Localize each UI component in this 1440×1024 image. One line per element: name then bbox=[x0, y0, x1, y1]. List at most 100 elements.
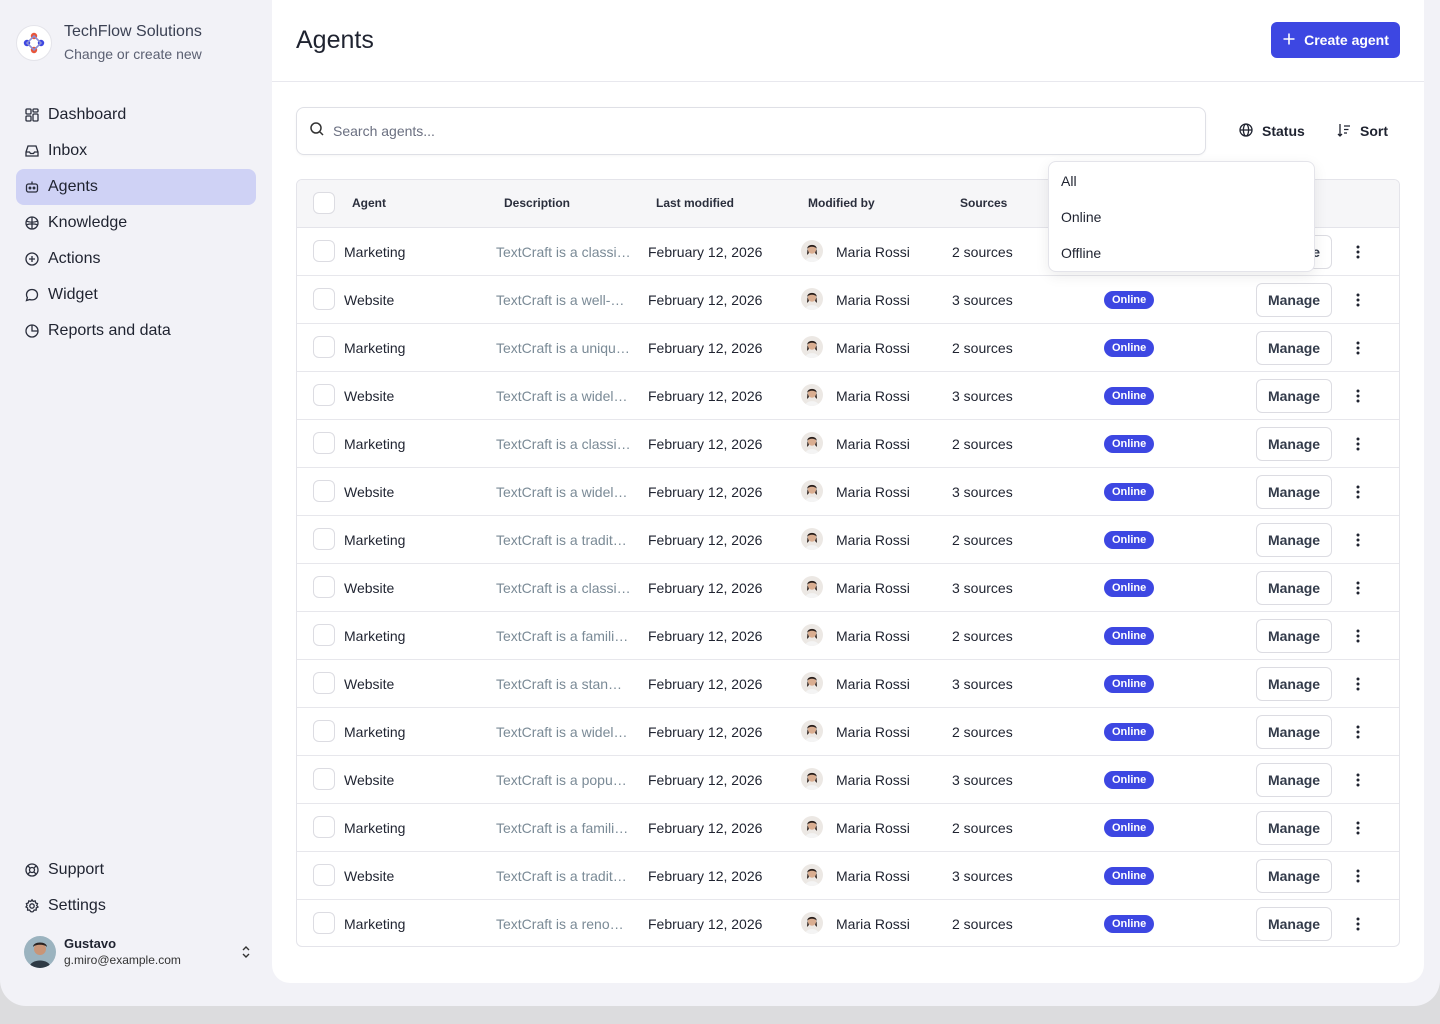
manage-button[interactable]: Manage bbox=[1256, 523, 1332, 557]
search-input[interactable] bbox=[333, 123, 1173, 139]
modified-by: Maria Rossi bbox=[836, 628, 910, 644]
status-option-offline[interactable]: Offline bbox=[1049, 235, 1314, 271]
last-modified: February 12, 2026 bbox=[648, 580, 763, 596]
agent-name: Website bbox=[344, 580, 395, 596]
secondary-nav: Support Settings bbox=[16, 852, 256, 924]
manage-button[interactable]: Manage bbox=[1256, 811, 1332, 845]
manage-button[interactable]: Manage bbox=[1256, 379, 1332, 413]
row-checkbox[interactable] bbox=[313, 576, 335, 598]
more-options-icon[interactable] bbox=[1349, 435, 1367, 453]
manage-button[interactable]: Manage bbox=[1256, 859, 1332, 893]
modified-by: Maria Rossi bbox=[836, 772, 910, 788]
sidebar-item-knowledge[interactable]: Knowledge bbox=[16, 205, 256, 241]
user-menu[interactable]: Gustavo g.miro@example.com bbox=[24, 936, 254, 968]
manage-button[interactable]: Manage bbox=[1256, 667, 1332, 701]
status-option-online[interactable]: Online bbox=[1049, 199, 1314, 235]
table-row[interactable]: Marketing TextCraft is a reno… February … bbox=[297, 900, 1399, 946]
create-agent-button[interactable]: Create agent bbox=[1271, 22, 1400, 58]
sidebar-item-widget[interactable]: Widget bbox=[16, 277, 256, 313]
manage-button[interactable]: Manage bbox=[1256, 907, 1332, 941]
row-checkbox[interactable] bbox=[313, 720, 335, 742]
more-options-icon[interactable] bbox=[1349, 771, 1367, 789]
table-row[interactable]: Marketing TextCraft is a uniqu… February… bbox=[297, 324, 1399, 372]
row-checkbox[interactable] bbox=[313, 912, 335, 934]
table-row[interactable]: Website TextCraft is a popu… February 12… bbox=[297, 756, 1399, 804]
agent-name: Website bbox=[344, 868, 395, 884]
table-row[interactable]: Marketing TextCraft is a tradit… Februar… bbox=[297, 516, 1399, 564]
table-row[interactable]: Website TextCraft is a well-… February 1… bbox=[297, 276, 1399, 324]
row-checkbox[interactable] bbox=[313, 240, 335, 262]
manage-button[interactable]: Manage bbox=[1256, 619, 1332, 653]
sidebar-item-settings[interactable]: Settings bbox=[16, 888, 256, 924]
row-checkbox[interactable] bbox=[313, 528, 335, 550]
status-dropdown: All Online Offline bbox=[1048, 161, 1315, 272]
sidebar-item-dashboard[interactable]: Dashboard bbox=[16, 97, 256, 133]
status-option-all[interactable]: All bbox=[1049, 163, 1314, 199]
sources-count: 3 sources bbox=[952, 676, 1013, 692]
table-row[interactable]: Website TextCraft is a stan… February 12… bbox=[297, 660, 1399, 708]
row-checkbox[interactable] bbox=[313, 864, 335, 886]
row-checkbox[interactable] bbox=[313, 384, 335, 406]
sidebar-item-inbox[interactable]: Inbox bbox=[16, 133, 256, 169]
column-header-modified-by[interactable]: Modified by bbox=[808, 196, 875, 210]
row-checkbox[interactable] bbox=[313, 432, 335, 454]
column-header-sources[interactable]: Sources bbox=[960, 196, 1007, 210]
main-panel: Agents Create agent Status Sort Agent De… bbox=[272, 0, 1424, 983]
widget-icon bbox=[24, 287, 40, 303]
row-checkbox[interactable] bbox=[313, 288, 335, 310]
row-checkbox[interactable] bbox=[313, 480, 335, 502]
more-options-icon[interactable] bbox=[1349, 627, 1367, 645]
more-options-icon[interactable] bbox=[1349, 339, 1367, 357]
more-options-icon[interactable] bbox=[1349, 579, 1367, 597]
table-row[interactable]: Marketing TextCraft is a widel… February… bbox=[297, 708, 1399, 756]
last-modified: February 12, 2026 bbox=[648, 724, 763, 740]
more-options-icon[interactable] bbox=[1349, 819, 1367, 837]
sources-count: 2 sources bbox=[952, 916, 1013, 932]
more-options-icon[interactable] bbox=[1349, 675, 1367, 693]
manage-button[interactable]: Manage bbox=[1256, 427, 1332, 461]
table-row[interactable]: Website TextCraft is a widel… February 1… bbox=[297, 468, 1399, 516]
manage-button[interactable]: Manage bbox=[1256, 475, 1332, 509]
column-header-agent[interactable]: Agent bbox=[352, 196, 386, 210]
avatar bbox=[24, 936, 56, 968]
last-modified: February 12, 2026 bbox=[648, 292, 763, 308]
row-checkbox[interactable] bbox=[313, 816, 335, 838]
column-header-description[interactable]: Description bbox=[504, 196, 570, 210]
table-row[interactable]: Marketing TextCraft is a classi… Februar… bbox=[297, 420, 1399, 468]
more-options-icon[interactable] bbox=[1349, 387, 1367, 405]
manage-button[interactable]: Manage bbox=[1256, 283, 1332, 317]
table-row[interactable]: Website TextCraft is a widel… February 1… bbox=[297, 372, 1399, 420]
sidebar-item-reports[interactable]: Reports and data bbox=[16, 313, 256, 349]
row-checkbox[interactable] bbox=[313, 768, 335, 790]
chevron-up-down-icon[interactable] bbox=[238, 944, 254, 960]
sidebar-item-support[interactable]: Support bbox=[16, 852, 256, 888]
sidebar-item-actions[interactable]: Actions bbox=[16, 241, 256, 277]
globe-icon bbox=[1238, 122, 1254, 141]
agent-name: Marketing bbox=[344, 916, 406, 932]
table-row[interactable]: Website TextCraft is a classi… February … bbox=[297, 564, 1399, 612]
more-options-icon[interactable] bbox=[1349, 243, 1367, 261]
table-row[interactable]: Website TextCraft is a tradit… February … bbox=[297, 852, 1399, 900]
manage-button[interactable]: Manage bbox=[1256, 715, 1332, 749]
manage-button[interactable]: Manage bbox=[1256, 331, 1332, 365]
more-options-icon[interactable] bbox=[1349, 531, 1367, 549]
sidebar-item-agents[interactable]: Agents bbox=[16, 169, 256, 205]
manage-button[interactable]: Manage bbox=[1256, 571, 1332, 605]
column-header-last-modified[interactable]: Last modified bbox=[656, 196, 734, 210]
page-title: Agents bbox=[296, 26, 374, 54]
more-options-icon[interactable] bbox=[1349, 915, 1367, 933]
row-checkbox[interactable] bbox=[313, 672, 335, 694]
table-row[interactable]: Marketing TextCraft is a famili… Februar… bbox=[297, 804, 1399, 852]
more-options-icon[interactable] bbox=[1349, 867, 1367, 885]
table-row[interactable]: Marketing TextCraft is a famili… Februar… bbox=[297, 612, 1399, 660]
sort-button[interactable]: Sort bbox=[1336, 117, 1388, 145]
more-options-icon[interactable] bbox=[1349, 483, 1367, 501]
more-options-icon[interactable] bbox=[1349, 723, 1367, 741]
more-options-icon[interactable] bbox=[1349, 291, 1367, 309]
row-checkbox[interactable] bbox=[313, 336, 335, 358]
select-all-checkbox[interactable] bbox=[313, 192, 335, 214]
org-switcher[interactable]: TechFlow Solutions Change or create new bbox=[16, 22, 202, 64]
status-filter-button[interactable]: Status bbox=[1238, 117, 1305, 145]
manage-button[interactable]: Manage bbox=[1256, 763, 1332, 797]
row-checkbox[interactable] bbox=[313, 624, 335, 646]
